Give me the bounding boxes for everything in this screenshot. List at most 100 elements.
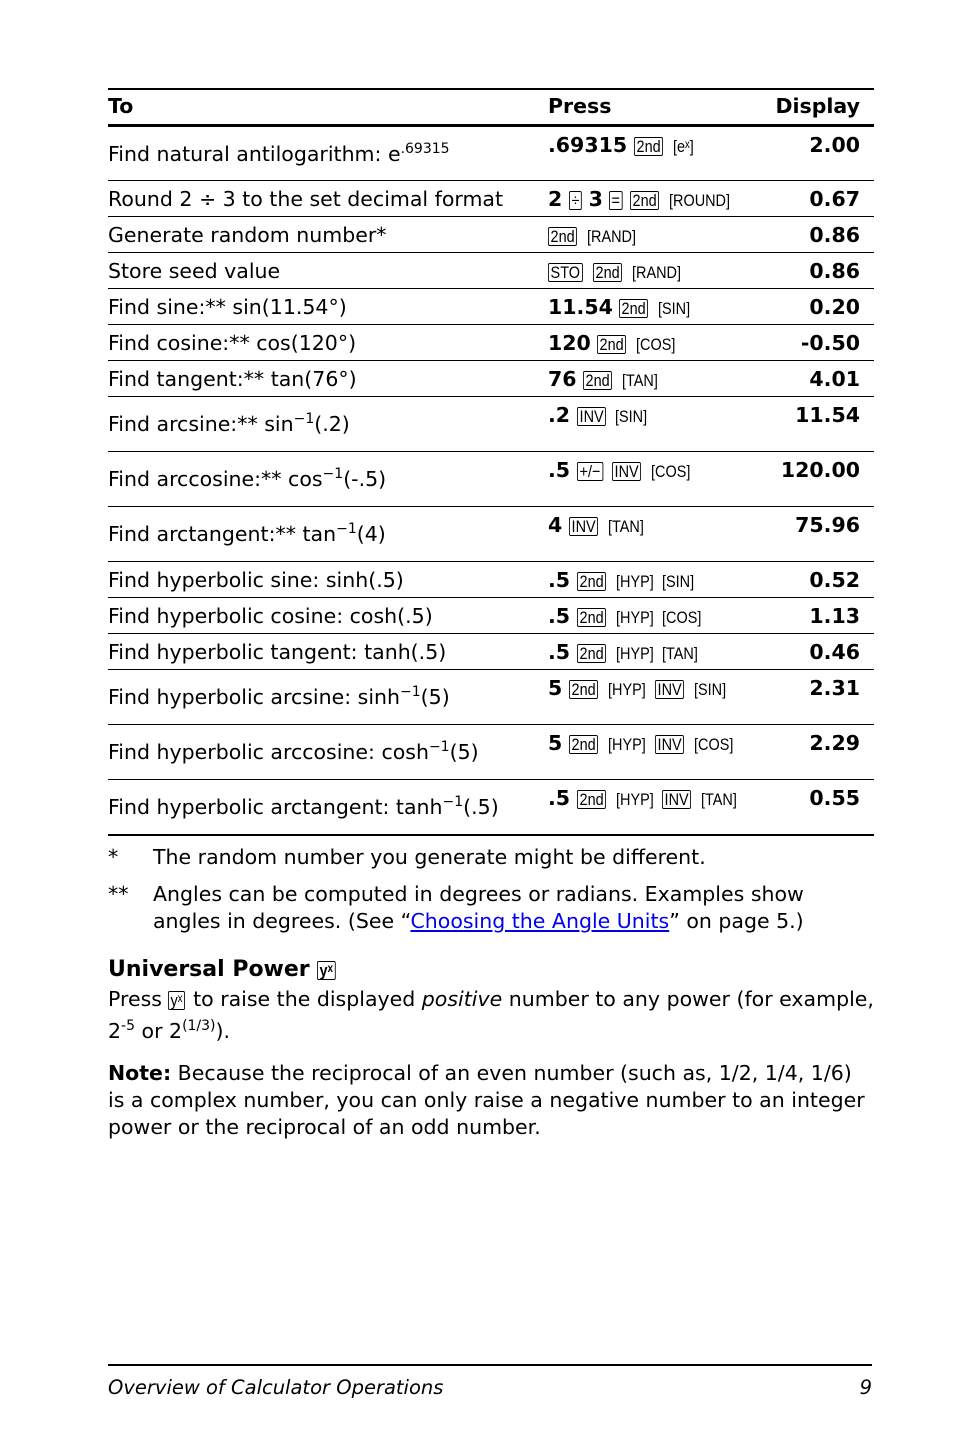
number-entry: 11.54 [548,295,613,319]
keystrokes: 120 2nd [COS] [548,324,748,361]
calculator-key-icon: [HYP] [615,644,654,663]
display-value: 0.86 [748,252,874,289]
keystrokes: 11.54 2nd [SIN] [548,288,748,325]
header-display: Display [748,88,874,127]
footnote-text: The random number you generate might be … [153,844,706,869]
table-row: Find hyperbolic sine: sinh(.5) .5 2nd [HY… [108,561,874,598]
number-entry: .5 [548,786,571,810]
calculator-key-icon: = [609,191,624,210]
calculator-key-icon: [COS] [636,335,676,354]
table-row: Round 2 ÷ 3 to the set decimal format 2 ÷… [108,180,874,217]
calculator-key-icon: [SIN] [615,407,648,426]
calculator-key-icon: 2nd [576,608,606,627]
display-value: 0.46 [748,633,874,670]
table-row: Find cosine:** cos(120°) 120 2nd [COS] -0… [108,324,874,361]
calculator-key-icon: [COS] [693,735,733,754]
number-entry: 4 [548,513,563,537]
calculator-key-icon: 2nd [593,263,623,282]
universal-power-paragraph: Press yˣ to raise the displayed positive… [108,986,874,1043]
calculator-key-icon: [RAND] [632,263,682,282]
task-description: Round 2 ÷ 3 to the set decimal format [108,180,548,217]
table-row: Find hyperbolic arcsine: sinh−1(5) 5 2nd … [108,669,874,725]
calculator-key-icon: [COS] [650,462,690,481]
task-description: Find hyperbolic cosine: cosh(.5) [108,597,548,634]
angle-units-link[interactable]: Choosing the Angle Units [410,909,669,933]
keystrokes: STO 2nd [RAND] [548,252,748,289]
calculator-key-icon: 2nd [597,335,627,354]
calculator-key-icon: 2nd [576,572,606,591]
yx-key-icon: yˣ [317,960,336,980]
number-entry: 2 [548,187,563,211]
calculator-key-icon: +/− [576,462,603,481]
footnote-mark: * [108,844,119,869]
calculator-key-icon: INV [654,735,684,754]
display-value: 0.86 [748,216,874,253]
task-description: Find arctangent:** tan−1(4) [108,506,548,562]
task-description: Find natural antilogarithm: e.69315 [108,125,548,181]
task-description: Find hyperbolic arcsine: sinh−1(5) [108,669,548,725]
number-entry: .2 [548,403,571,427]
table-row: Find sine:** sin(11.54°) 11.54 2nd [SIN] … [108,288,874,325]
table-row: Find arctangent:** tan−1(4) 4 INV [TAN] 7… [108,506,874,562]
number-entry: .69315 [548,133,628,157]
table-row: Find natural antilogarithm: e.69315.6931… [108,125,874,181]
calculator-key-icon: [HYP] [615,790,654,809]
calculator-key-icon: 2nd [568,735,599,754]
display-value: 4.01 [748,360,874,397]
keystrokes: .2 INV [SIN] [548,396,748,452]
display-value: 0.20 [748,288,874,325]
calculator-key-icon: STO [548,263,583,282]
table-row: Find tangent:** tan(76°) 76 2nd [TAN] 4.0… [108,360,874,397]
footnote-mark: ** [108,881,129,906]
footnote-2: ** Angles can be computed in degrees or … [108,881,874,935]
display-value: -0.50 [748,324,874,361]
calculator-key-icon: INV [611,462,641,481]
table-row: Store seed value STO 2nd [RAND] 0.86 [108,252,874,289]
keystrokes: .5 2nd [HYP] [COS] [548,597,748,634]
display-value: 0.52 [748,561,874,598]
table-row: Find arccosine:** cos−1(-.5) .5 +/− INV [… [108,451,874,507]
header-to: To [108,88,548,127]
footnote-1: * The random number you generate might b… [108,844,874,871]
calculator-key-icon: INV [654,680,684,699]
calculator-key-icon: 2nd [548,227,578,246]
keystrokes: 76 2nd [TAN] [548,360,748,397]
calculator-key-icon: [HYP] [607,680,646,699]
task-description: Generate random number* [108,216,548,253]
calculator-key-icon: ÷ [568,191,582,210]
calculator-key-icon: 2nd [568,680,599,699]
page-number: 9 [859,1376,872,1399]
operations-table: To Press Display Find natural antilogari… [108,88,874,836]
display-value: 0.67 [748,180,874,217]
table-row: Generate random number* 2nd [RAND] 0.86 [108,216,874,253]
keystrokes: 5 2nd [HYP] INV [COS] [548,724,748,780]
display-value: 75.96 [748,506,874,562]
display-value: 1.13 [748,597,874,634]
task-description: Find hyperbolic arccosine: cosh−1(5) [108,724,548,780]
keystrokes: .5 +/− INV [COS] [548,451,748,507]
calculator-key-icon: [HYP] [607,735,646,754]
number-entry: 3 [588,187,603,211]
calculator-key-icon: [HYP] [615,572,654,591]
keystrokes: 2nd [RAND] [548,216,748,253]
number-entry: 120 [548,331,591,355]
display-value: 120.00 [748,451,874,507]
task-description: Find arcsine:** sin−1(.2) [108,396,548,452]
calculator-key-icon: 2nd [576,790,606,809]
footer-title: Overview of Calculator Operations [108,1376,444,1399]
calculator-key-icon: 2nd [629,191,660,210]
yx-key-icon: yˣ [168,990,186,1010]
calculator-key-icon: [eˣ] [672,137,694,156]
calculator-key-icon: [RAND] [586,227,636,246]
number-entry: .5 [548,458,571,482]
number-entry: .5 [548,568,571,592]
header-press: Press [548,88,748,127]
task-description: Find sine:** sin(11.54°) [108,288,548,325]
display-value: 2.29 [748,724,874,780]
display-value: 2.00 [748,125,874,181]
page-footer: Overview of Calculator Operations 9 [108,1364,872,1399]
task-description: Store seed value [108,252,548,289]
calculator-key-icon: 2nd [583,371,613,390]
number-entry: .5 [548,604,571,628]
keystrokes: 5 2nd [HYP] INV [SIN] [548,669,748,725]
